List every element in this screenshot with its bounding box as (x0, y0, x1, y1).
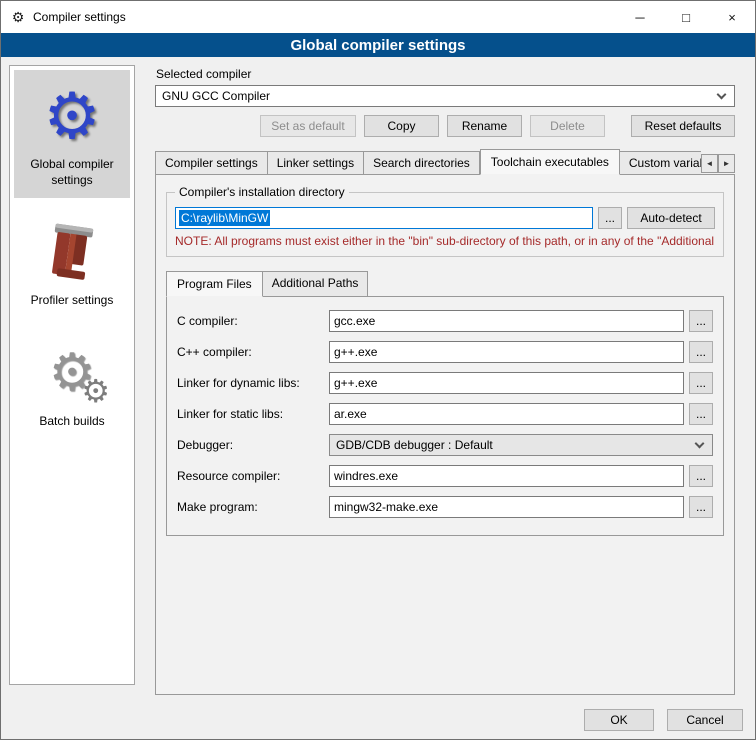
make-program-label: Make program: (177, 500, 329, 514)
compiler-settings-window: ⚙ Compiler settings ─ □ × Global compile… (0, 0, 756, 740)
tab-scroll-right-icon[interactable]: ► (718, 154, 735, 173)
program-files-panel: C compiler: ... C++ compiler: ... Linker… (166, 296, 724, 536)
sidebar-item-global-compiler-settings[interactable]: ⚙ Global compiler settings (14, 70, 130, 198)
subtab-additional-paths[interactable]: Additional Paths (263, 271, 369, 297)
static-linker-input[interactable] (329, 403, 684, 425)
dynamic-linker-browse-button[interactable]: ... (689, 372, 713, 394)
blue-gear-icon: ⚙ (16, 78, 128, 154)
c-compiler-row: C compiler: ... (177, 310, 713, 332)
tabs-strip: Compiler settings Linker settings Search… (155, 149, 701, 175)
cpp-compiler-label: C++ compiler: (177, 345, 329, 359)
reset-defaults-button[interactable]: Reset defaults (631, 115, 735, 137)
chevron-down-icon (695, 439, 705, 449)
delete-button: Delete (530, 115, 605, 137)
main-panel: Selected compiler GNU GCC Compiler Set a… (145, 65, 747, 695)
resource-compiler-browse-button[interactable]: ... (689, 465, 713, 487)
cancel-button[interactable]: Cancel (667, 709, 743, 731)
window-title: Compiler settings (33, 10, 126, 24)
dynamic-linker-label: Linker for dynamic libs: (177, 376, 329, 390)
dialog-footer: OK Cancel (1, 701, 755, 739)
close-button[interactable]: × (709, 1, 755, 33)
static-linker-label: Linker for static libs: (177, 407, 329, 421)
tab-toolchain-executables[interactable]: Toolchain executables (480, 149, 620, 175)
compiler-select-value: GNU GCC Compiler (162, 89, 270, 103)
installation-directory-row: C:\raylib\MinGW ... Auto-detect (175, 207, 715, 229)
installation-note: NOTE: All programs must exist either in … (175, 234, 715, 248)
settings-tabbar: Compiler settings Linker settings Search… (155, 149, 735, 175)
maximize-button[interactable]: □ (663, 1, 709, 33)
debugger-select-value: GDB/CDB debugger : Default (336, 438, 493, 452)
program-files-tabbar: Program Files Additional Paths (166, 271, 724, 297)
chevron-down-icon (717, 90, 727, 100)
ok-button[interactable]: OK (584, 709, 654, 731)
tab-scroll-left-icon[interactable]: ◄ (701, 154, 718, 173)
make-program-row: Make program: ... (177, 496, 713, 518)
compiler-select[interactable]: GNU GCC Compiler (155, 85, 735, 107)
auto-detect-button[interactable]: Auto-detect (627, 207, 715, 229)
dynamic-linker-input[interactable] (329, 372, 684, 394)
dialog-header: Global compiler settings (1, 33, 755, 57)
installation-directory-browse-button[interactable]: ... (598, 207, 622, 229)
sidebar-item-label: Global compiler settings (16, 157, 128, 188)
static-linker-row: Linker for static libs: ... (177, 403, 713, 425)
resource-compiler-label: Resource compiler: (177, 469, 329, 483)
sidebar-item-label: Profiler settings (31, 293, 114, 309)
dialog-header-title: Global compiler settings (290, 37, 465, 54)
copy-button[interactable]: Copy (364, 115, 439, 137)
tab-compiler-settings[interactable]: Compiler settings (155, 151, 268, 175)
installation-directory-groupbox: Compiler's installation directory C:\ray… (166, 192, 724, 257)
installation-directory-value: C:\raylib\MinGW (179, 210, 270, 226)
tab-custom-variables[interactable]: Custom variables (620, 151, 701, 175)
toolchain-executables-page: Compiler's installation directory C:\ray… (155, 174, 735, 695)
minimize-button[interactable]: ─ (617, 1, 663, 33)
sidebar-item-profiler-settings[interactable]: Profiler settings (14, 206, 130, 319)
window-controls: ─ □ × (617, 1, 755, 33)
compiler-actions: Set as default Copy Rename Delete Reset … (155, 115, 735, 137)
window-icon: ⚙ (10, 9, 26, 25)
cpp-compiler-input[interactable] (329, 341, 684, 363)
rename-button[interactable]: Rename (447, 115, 522, 137)
make-program-input[interactable] (329, 496, 684, 518)
debugger-select[interactable]: GDB/CDB debugger : Default (329, 434, 713, 456)
cpp-compiler-row: C++ compiler: ... (177, 341, 713, 363)
cpp-compiler-browse-button[interactable]: ... (689, 341, 713, 363)
make-program-browse-button[interactable]: ... (689, 496, 713, 518)
sidebar-item-batch-builds[interactable]: ⚙ ⚙ Batch builds (14, 327, 130, 440)
set-as-default-button: Set as default (260, 115, 356, 137)
c-compiler-label: C compiler: (177, 314, 329, 328)
selected-compiler-label: Selected compiler (156, 67, 735, 81)
settings-category-list: ⚙ Global compiler settings (9, 65, 135, 685)
resource-compiler-row: Resource compiler: ... (177, 465, 713, 487)
titlebar: ⚙ Compiler settings ─ □ × (1, 1, 755, 33)
installation-directory-input[interactable]: C:\raylib\MinGW (175, 207, 593, 229)
resource-compiler-input[interactable] (329, 465, 684, 487)
tab-linker-settings[interactable]: Linker settings (268, 151, 364, 175)
debugger-label: Debugger: (177, 438, 329, 452)
dialog-body: ⚙ Global compiler settings (1, 57, 755, 701)
c-compiler-browse-button[interactable]: ... (689, 310, 713, 332)
static-linker-browse-button[interactable]: ... (689, 403, 713, 425)
debugger-row: Debugger: GDB/CDB debugger : Default (177, 434, 713, 456)
gray-gears-icon: ⚙ ⚙ (16, 335, 128, 411)
dynamic-linker-row: Linker for dynamic libs: ... (177, 372, 713, 394)
profiler-icon (16, 214, 128, 290)
tab-search-directories[interactable]: Search directories (364, 151, 480, 175)
tab-scroll-buttons: ◄ ► (701, 154, 735, 173)
sidebar-item-label: Batch builds (39, 414, 104, 430)
subtab-program-files[interactable]: Program Files (166, 271, 263, 297)
c-compiler-input[interactable] (329, 310, 684, 332)
installation-directory-legend: Compiler's installation directory (175, 185, 349, 199)
